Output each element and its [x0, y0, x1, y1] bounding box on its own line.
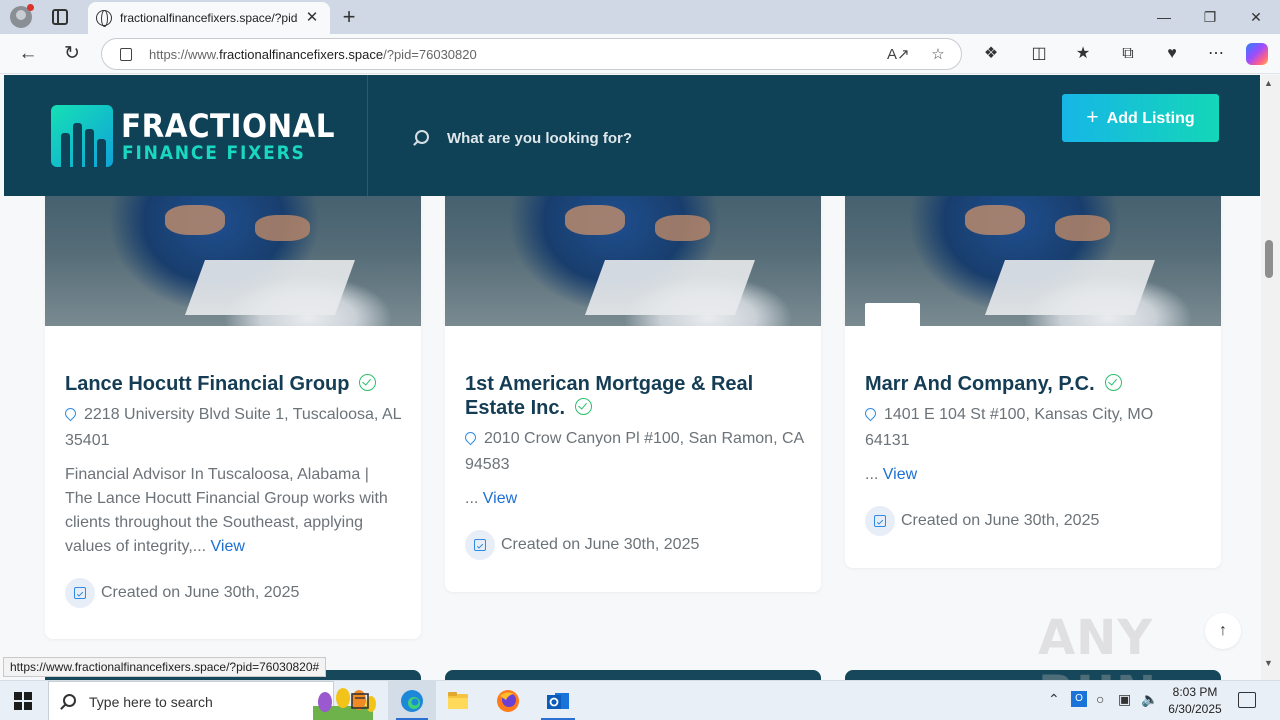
windows-taskbar: Type here to search ⌃ O ○ ▣ 🔈 8:03 PM 6/…	[0, 680, 1280, 720]
add-listing-button[interactable]: + Add Listing	[1062, 94, 1219, 142]
listing-title[interactable]: 1st American Mortgage & Real Estate Inc.	[465, 372, 805, 420]
listing-address: 1401 E 104 St #100, Kansas City, MO 6413…	[862, 402, 1185, 454]
company-logo	[865, 303, 920, 358]
restore-button[interactable]: ❐	[1188, 4, 1232, 30]
address-bar[interactable]: https://www.fractionalfinancefixers.spac…	[101, 38, 962, 70]
volume-icon[interactable]: 🔈	[1141, 691, 1158, 708]
url-text[interactable]: https://www.fractionalfinancefixers.spac…	[149, 47, 477, 62]
listing-title[interactable]: Lance Hocutt Financial Group	[65, 372, 405, 396]
listing-created-date: Created on June 30th, 2025	[465, 530, 699, 560]
browser-toolbar: ← ↻ https://www.fractionalfinancefixers.…	[0, 34, 1280, 74]
read-aloud-icon[interactable]: A↗	[887, 44, 910, 66]
listing-created-date: Created on June 30th, 2025	[65, 578, 299, 608]
listing-address: 2218 University Blvd Suite 1, Tuscaloosa…	[62, 402, 405, 454]
file-explorer-icon[interactable]	[438, 686, 478, 716]
taskbar-search-box[interactable]: Type here to search	[48, 681, 376, 720]
browser-tab-bar: fractionalfinancefixers.space/?pid=76030…	[0, 0, 1280, 34]
logo-text-secondary[interactable]: FINANCE FIXERS	[122, 142, 306, 164]
tab-title: fractionalfinancefixers.space/?pid=76030…	[120, 11, 298, 25]
map-pin-icon	[462, 429, 479, 446]
extensions-icon[interactable]: ❖	[979, 42, 1003, 66]
next-listing-card-top[interactable]	[445, 670, 821, 680]
tab-actions-icon[interactable]	[52, 9, 68, 25]
verified-check-icon	[359, 374, 377, 391]
listing-description: ... View	[865, 466, 918, 483]
listing-card[interactable]: 1st American Mortgage & Real Estate Inc.…	[445, 165, 821, 592]
search-icon	[63, 694, 76, 707]
anyrun-watermark: ANY RUN	[1038, 610, 1156, 680]
clock-time: 8:03 PM	[1172, 685, 1218, 699]
plus-icon: +	[1086, 106, 1099, 129]
meet-now-icon[interactable]: ○	[1096, 691, 1104, 707]
verified-check-icon	[1104, 374, 1122, 391]
listing-created-date: Created on June 30th, 2025	[865, 506, 1099, 536]
view-link[interactable]: View	[883, 466, 917, 483]
site-header: FRACTIONAL FINANCE FIXERS +Add Listing	[4, 75, 1260, 196]
header-divider	[367, 75, 368, 196]
firefox-icon[interactable]	[488, 686, 528, 716]
calendar-icon	[874, 515, 886, 527]
site-info-lock-icon[interactable]	[120, 48, 132, 61]
new-tab-button[interactable]: +	[338, 4, 360, 30]
scroll-up-arrow-icon[interactable]: ▲	[1264, 78, 1273, 88]
taskbar-search-placeholder: Type here to search	[89, 694, 213, 710]
search-icon	[415, 130, 429, 144]
favorite-star-icon[interactable]: ☆	[927, 44, 949, 66]
map-pin-icon	[62, 405, 79, 422]
view-link[interactable]: View	[483, 490, 517, 507]
listing-card[interactable]: Marr And Company, P.C. 1401 E 104 St #10…	[845, 165, 1221, 568]
network-icon[interactable]: ▣	[1118, 691, 1131, 708]
tab-close-button[interactable]: ✕	[302, 8, 322, 28]
scroll-down-arrow-icon[interactable]: ▼	[1264, 658, 1273, 668]
logo-text-primary[interactable]: FRACTIONAL	[121, 107, 335, 145]
listing-address: 2010 Crow Canyon Pl #100, San Ramon, CA …	[462, 426, 805, 478]
listing-card[interactable]: Lance Hocutt Financial Group 2218 Univer…	[45, 165, 421, 639]
globe-icon	[96, 10, 112, 27]
clock-date: 6/30/2025	[1168, 702, 1222, 716]
listing-description: ... View	[465, 490, 518, 507]
windows-start-icon[interactable]	[14, 692, 32, 710]
outlook-icon[interactable]	[538, 686, 578, 716]
profile-notification-dot	[27, 4, 34, 11]
window-close-button[interactable]: ✕	[1234, 4, 1278, 30]
minimize-button[interactable]: —	[1142, 4, 1186, 30]
calendar-icon	[74, 587, 86, 599]
collections-icon[interactable]: ⧉	[1116, 42, 1140, 66]
scrollbar-thumb[interactable]	[1265, 240, 1273, 278]
verified-check-icon	[575, 398, 593, 415]
task-view-icon[interactable]	[340, 686, 380, 716]
taskbar-clock[interactable]: 8:03 PM 6/30/2025	[1160, 684, 1230, 718]
edge-browser-icon[interactable]	[392, 686, 432, 716]
listing-description: Financial Advisor In Tuscaloosa, Alabama…	[65, 466, 388, 555]
outlook-tray-icon[interactable]: O	[1071, 691, 1087, 707]
page-scrollbar[interactable]	[1261, 75, 1280, 680]
split-screen-icon[interactable]: ◫	[1027, 42, 1051, 66]
view-link[interactable]: View	[211, 538, 245, 555]
back-to-top-button[interactable]: ↑	[1205, 613, 1241, 649]
refresh-icon[interactable]: ↻	[59, 42, 85, 66]
more-menu-icon[interactable]: ⋯	[1204, 42, 1228, 66]
site-logo-icon[interactable]	[51, 105, 113, 167]
browser-tab-active[interactable]: fractionalfinancefixers.space/?pid=76030…	[88, 2, 330, 34]
notification-center-icon[interactable]	[1238, 692, 1256, 708]
copilot-icon[interactable]	[1246, 43, 1268, 65]
search-input[interactable]	[447, 127, 847, 149]
favorites-icon[interactable]: ★	[1071, 42, 1095, 66]
browser-essentials-icon[interactable]: ♥	[1160, 42, 1184, 66]
back-arrow-icon[interactable]: ←	[15, 42, 41, 66]
link-status-url: https://www.fractionalfinancefixers.spac…	[3, 657, 327, 677]
listing-title[interactable]: Marr And Company, P.C.	[865, 372, 1205, 396]
page-viewport: Lance Hocutt Financial Group 2218 Univer…	[0, 75, 1280, 680]
map-pin-icon	[862, 405, 879, 422]
calendar-icon	[474, 539, 486, 551]
show-hidden-icons-chevron-icon[interactable]: ⌃	[1048, 691, 1060, 708]
